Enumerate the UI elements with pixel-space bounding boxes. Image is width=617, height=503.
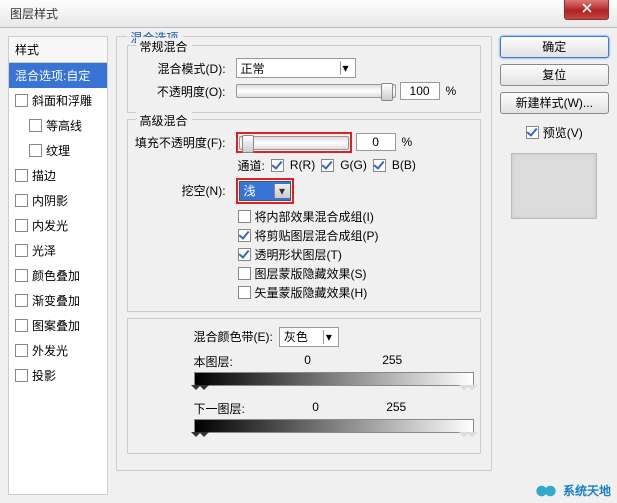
cancel-button[interactable]: 复位: [500, 64, 609, 86]
channel-b-checkbox[interactable]: [373, 159, 386, 172]
blendif-select[interactable]: 灰色 ▾: [279, 327, 339, 347]
style-checkbox[interactable]: [15, 319, 28, 332]
blend-mode-label: 混合模式(D):: [134, 60, 232, 77]
blend-if-group: 混合颜色带(E): 灰色 ▾ 本图层: 0 255: [127, 318, 481, 454]
style-item-9[interactable]: 渐变叠加: [9, 288, 107, 313]
under-layer-label: 下一图层:: [194, 400, 245, 417]
style-checkbox[interactable]: [15, 194, 28, 207]
general-blend-title: 常规混合: [136, 38, 192, 55]
titlebar: 图层样式: [0, 0, 617, 28]
knockout-select[interactable]: 浅 ▾: [239, 181, 291, 201]
this-layer-gradient[interactable]: [194, 372, 474, 386]
knockout-label: 挖空(N):: [134, 182, 232, 199]
channels-label: 通道:: [238, 157, 265, 174]
close-button[interactable]: [564, 0, 609, 20]
watermark: 系统天地: [535, 482, 611, 499]
fill-opacity-slider[interactable]: [239, 136, 349, 150]
adv-opt-checkbox-0[interactable]: [238, 210, 251, 223]
blend-options-fieldset: 混合选项 常规混合 混合模式(D): 正常 ▾ 不透明度(O): 100 %: [116, 36, 492, 471]
style-checkbox[interactable]: [15, 369, 28, 382]
style-item-12[interactable]: 投影: [9, 363, 107, 388]
style-checkbox[interactable]: [29, 144, 42, 157]
blend-mode-select[interactable]: 正常 ▾: [236, 58, 356, 78]
style-item-1[interactable]: 斜面和浮雕: [9, 88, 107, 113]
window-title: 图层样式: [10, 5, 58, 22]
adv-opt-checkbox-1[interactable]: [238, 229, 251, 242]
style-item-7[interactable]: 光泽: [9, 238, 107, 263]
advanced-blend-group: 高级混合 填充不透明度(F): 0 % 通道: R(R) G(G) B(B) 挖: [127, 119, 481, 312]
style-item-8[interactable]: 颜色叠加: [9, 263, 107, 288]
fill-opacity-value[interactable]: 0: [356, 133, 396, 151]
adv-opt-checkbox-4[interactable]: [238, 286, 251, 299]
blendif-label: 混合颜色带(E):: [194, 328, 273, 345]
preview-checkbox-row[interactable]: 预览(V): [500, 124, 609, 141]
style-checkbox[interactable]: [15, 244, 28, 257]
style-item-4[interactable]: 描边: [9, 163, 107, 188]
style-item-11[interactable]: 外发光: [9, 338, 107, 363]
styles-panel: 样式 混合选项:自定斜面和浮雕等高线纹理描边内阴影内发光光泽颜色叠加渐变叠加图案…: [8, 36, 108, 495]
style-checkbox[interactable]: [29, 119, 42, 132]
style-item-2[interactable]: 等高线: [9, 113, 107, 138]
watermark-icon: [535, 483, 557, 499]
preview-checkbox[interactable]: [526, 126, 539, 139]
opacity-slider[interactable]: [236, 84, 396, 98]
preview-swatch: [511, 153, 597, 219]
general-blend-group: 常规混合 混合模式(D): 正常 ▾ 不透明度(O): 100 %: [127, 45, 481, 113]
style-item-10[interactable]: 图案叠加: [9, 313, 107, 338]
new-style-button[interactable]: 新建样式(W)...: [500, 92, 609, 114]
adv-opt-checkbox-3[interactable]: [238, 267, 251, 280]
chevron-down-icon: ▾: [323, 330, 334, 344]
under-layer-gradient[interactable]: [194, 419, 474, 433]
dialog-body: 样式 混合选项:自定斜面和浮雕等高线纹理描边内阴影内发光光泽颜色叠加渐变叠加图案…: [0, 28, 617, 503]
style-checkbox[interactable]: [15, 294, 28, 307]
knockout-highlight: 浅 ▾: [236, 178, 294, 204]
fill-opacity-highlight: [236, 132, 352, 153]
chevron-down-icon: ▾: [274, 184, 290, 198]
styles-header: 样式: [9, 37, 107, 63]
channel-g-checkbox[interactable]: [321, 159, 334, 172]
style-item-0[interactable]: 混合选项:自定: [9, 63, 107, 88]
right-panel: 确定 复位 新建样式(W)... 预览(V): [500, 36, 609, 495]
style-item-6[interactable]: 内发光: [9, 213, 107, 238]
center-panel: 混合选项 常规混合 混合模式(D): 正常 ▾ 不透明度(O): 100 %: [116, 36, 492, 495]
this-layer-label: 本图层:: [194, 353, 233, 370]
adv-opt-checkbox-2[interactable]: [238, 248, 251, 261]
ok-button[interactable]: 确定: [500, 36, 609, 58]
style-item-5[interactable]: 内阴影: [9, 188, 107, 213]
style-checkbox[interactable]: [15, 219, 28, 232]
channel-r-checkbox[interactable]: [271, 159, 284, 172]
style-item-3[interactable]: 纹理: [9, 138, 107, 163]
advanced-blend-title: 高级混合: [136, 112, 192, 129]
opacity-label: 不透明度(O):: [134, 83, 232, 100]
style-checkbox[interactable]: [15, 269, 28, 282]
style-checkbox[interactable]: [15, 344, 28, 357]
style-checkbox[interactable]: [15, 94, 28, 107]
fill-opacity-label: 填充不透明度(F):: [134, 134, 232, 151]
chevron-down-icon: ▾: [340, 61, 351, 75]
style-checkbox[interactable]: [15, 169, 28, 182]
close-icon: [582, 3, 592, 13]
opacity-value[interactable]: 100: [400, 82, 440, 100]
